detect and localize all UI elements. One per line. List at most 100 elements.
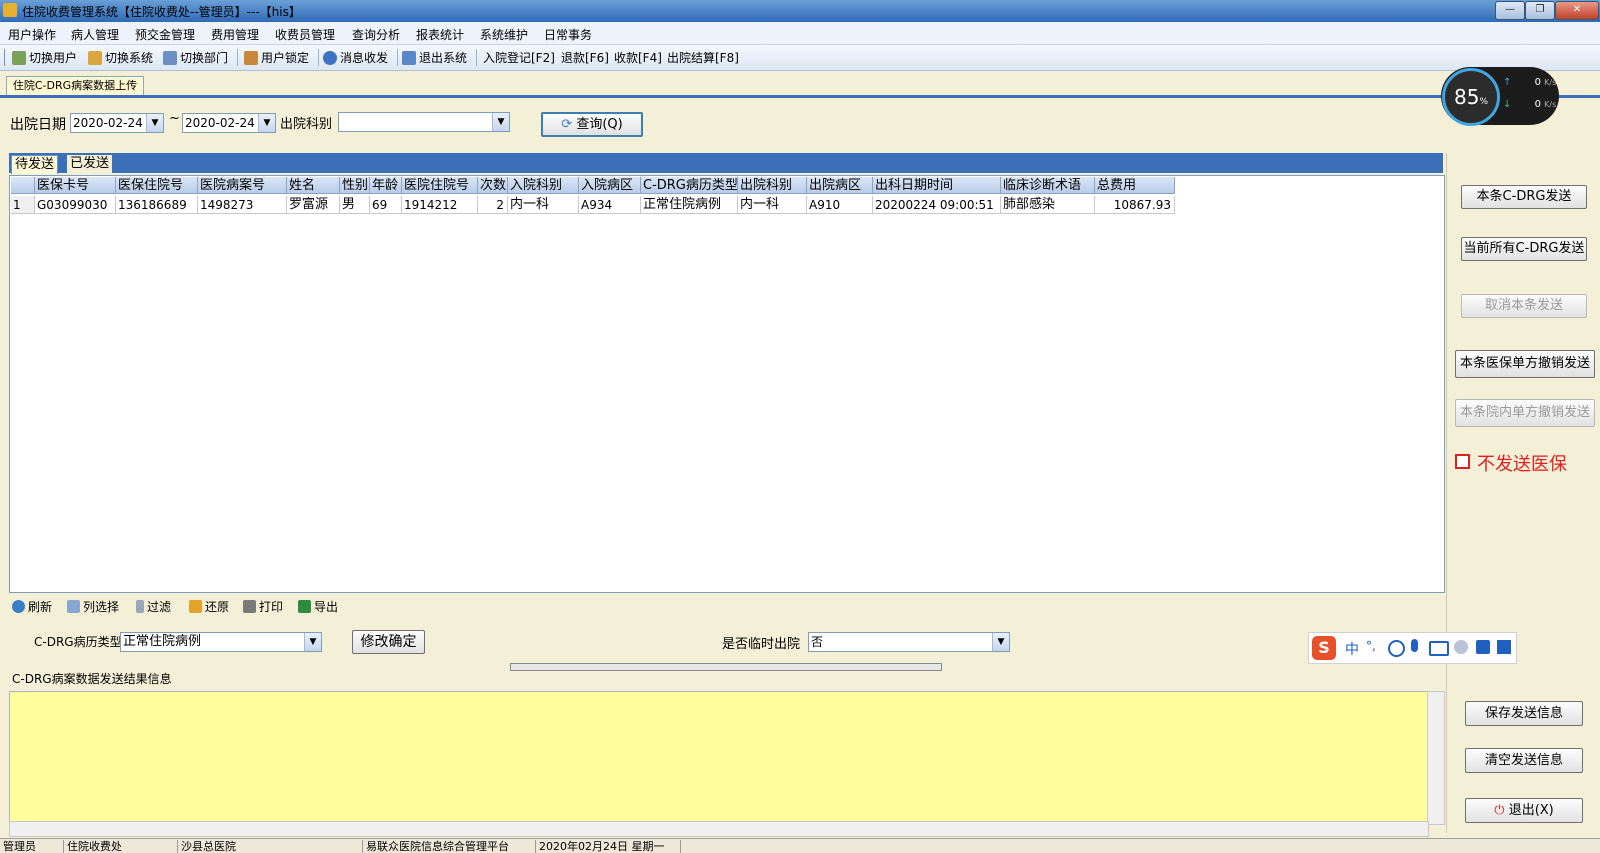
result-textarea[interactable] <box>9 691 1429 823</box>
table-cell[interactable]: 正常住院病例 <box>641 196 738 214</box>
confirm-change-button[interactable]: 修改确定 <box>352 630 425 654</box>
col-header[interactable]: 出科日期时间 <box>873 177 1001 194</box>
export-button[interactable]: 导出 <box>298 598 338 615</box>
minimize-button[interactable]: — <box>1495 1 1525 20</box>
menu-user-ops[interactable]: 用户操作 <box>8 26 56 43</box>
restore-button[interactable]: ❐ <box>1525 1 1555 20</box>
table-cell[interactable]: 内一科 <box>508 196 579 214</box>
ime-lang[interactable]: 中 <box>1345 639 1359 659</box>
menu-report[interactable]: 报表统计 <box>416 26 464 43</box>
col-header[interactable]: 次数 <box>478 177 508 194</box>
emoji-icon[interactable] <box>1388 640 1405 657</box>
column-select-button[interactable]: 列选择 <box>67 598 119 615</box>
ime-toolbar[interactable]: S 中 °, <box>1308 632 1517 664</box>
title-bar: 住院收费管理系统【住院收费处--管理员】---【his】 — ❐ ✕ <box>0 0 1600 22</box>
menu-prepay[interactable]: 预交金管理 <box>135 26 195 43</box>
panel-splitter[interactable] <box>510 663 942 671</box>
chevron-down-icon[interactable]: ▼ <box>492 113 509 131</box>
table-cell[interactable]: 136186689 <box>116 196 198 214</box>
table-cell[interactable]: 20200224 09:00:51 <box>873 196 1001 214</box>
restore-grid-button[interactable]: 还原 <box>189 598 229 615</box>
table-cell[interactable]: 1914212 <box>402 196 478 214</box>
chevron-down-icon[interactable]: ▼ <box>146 114 163 132</box>
discharge-settle-button[interactable]: 出院结算[F8] <box>667 49 739 66</box>
col-header[interactable]: 入院科别 <box>508 177 579 194</box>
col-header[interactable]: 临床诊断术语 <box>1001 177 1095 194</box>
send-one-button[interactable]: 本条C-DRG发送 <box>1461 185 1587 209</box>
admission-register-button[interactable]: 入院登记[F2] <box>483 49 555 66</box>
table-cell[interactable]: A910 <box>807 196 873 214</box>
col-header[interactable]: 年龄 <box>370 177 402 194</box>
col-header[interactable]: 医保住院号 <box>116 177 198 194</box>
revoke-insurance-button[interactable]: 本条医保单方撤销发送 <box>1455 350 1595 378</box>
filter-button[interactable]: 过滤 <box>136 598 171 615</box>
table-cell[interactable]: 男 <box>340 196 370 214</box>
query-button[interactable]: ⟳ 查询(Q) <box>541 112 643 137</box>
table-cell[interactable]: 10867.93 <box>1095 196 1175 214</box>
table-cell[interactable]: 2 <box>478 196 508 214</box>
menu-fee[interactable]: 费用管理 <box>211 26 259 43</box>
messages-button[interactable]: 消息收发 <box>323 49 388 66</box>
col-header[interactable]: 出院科别 <box>738 177 807 194</box>
table-cell[interactable]: G03099030 <box>35 196 116 214</box>
skin-icon[interactable] <box>1476 640 1490 654</box>
microphone-icon[interactable] <box>1411 639 1418 652</box>
result-vertical-scrollbar[interactable] <box>1427 691 1445 825</box>
exit-button[interactable]: ⏻ 退出(X) <box>1465 798 1583 823</box>
temp-discharge-select[interactable]: 否 ▼ <box>808 632 1010 652</box>
send-all-button[interactable]: 当前所有C-DRG发送 <box>1461 237 1587 261</box>
table-cell[interactable]: 1498273 <box>198 196 287 214</box>
menu-cashier[interactable]: 收费员管理 <box>275 26 335 43</box>
doc-tab[interactable]: 住院C-DRG病案数据上传 <box>6 76 144 96</box>
table-cell[interactable]: 罗富源 <box>287 196 340 214</box>
cdrg-type-select[interactable]: 正常住院病例 ▼ <box>120 632 322 652</box>
refresh-button[interactable]: 刷新 <box>12 598 52 615</box>
close-button[interactable]: ✕ <box>1555 1 1599 20</box>
refund-button[interactable]: 退款[F6] <box>561 49 609 66</box>
switch-dept-button[interactable]: 切换部门 <box>163 49 228 66</box>
save-info-button[interactable]: 保存发送信息 <box>1465 701 1583 726</box>
exit-system-button[interactable]: 退出系统 <box>402 49 467 66</box>
chevron-down-icon[interactable]: ▼ <box>258 114 275 132</box>
col-header[interactable]: 总费用 <box>1095 177 1175 194</box>
network-speed-widget[interactable]: 85% ↑ 0 K/s ↓ 0 K/s <box>1441 67 1559 126</box>
date-to-picker[interactable]: 2020-02-24 ▼ <box>182 113 276 133</box>
cancel-send-button[interactable]: 取消本条发送 <box>1461 294 1587 318</box>
col-header[interactable]: 出院病区 <box>807 177 873 194</box>
revoke-hospital-button[interactable]: 本条院内单方撤销发送 <box>1455 399 1595 427</box>
col-header[interactable]: 姓名 <box>287 177 340 194</box>
date-from-picker[interactable]: 2020-02-24 ▼ <box>70 113 164 133</box>
col-header[interactable]: 医院住院号 <box>402 177 478 194</box>
col-header[interactable]: C-DRG病历类型 <box>641 177 738 194</box>
user-icon[interactable] <box>1454 640 1468 654</box>
table-cell[interactable]: 内一科 <box>738 196 807 214</box>
tab-pending[interactable]: 待发送 <box>11 155 59 174</box>
menu-daily[interactable]: 日常事务 <box>544 26 592 43</box>
col-header[interactable]: 医院病案号 <box>198 177 287 194</box>
menu-maintenance[interactable]: 系统维护 <box>480 26 528 43</box>
table-cell[interactable]: 69 <box>370 196 402 214</box>
discharge-dept-select[interactable]: ▼ <box>338 112 510 132</box>
result-horizontal-scrollbar[interactable] <box>9 821 1429 837</box>
print-button[interactable]: 打印 <box>243 598 283 615</box>
lock-user-button[interactable]: 用户锁定 <box>244 49 309 66</box>
col-header[interactable]: 性别 <box>340 177 370 194</box>
col-header[interactable]: 入院病区 <box>579 177 641 194</box>
toolbox-icon[interactable] <box>1497 640 1511 654</box>
col-header[interactable]: 医保卡号 <box>35 177 116 194</box>
menu-query[interactable]: 查询分析 <box>352 26 400 43</box>
sogou-logo-icon[interactable]: S <box>1312 636 1336 660</box>
chevron-down-icon[interactable]: ▼ <box>992 633 1009 651</box>
tab-sent[interactable]: 已发送 <box>67 155 113 173</box>
menu-patient[interactable]: 病人管理 <box>71 26 119 43</box>
ime-punct[interactable]: °, <box>1366 639 1376 653</box>
table-cell[interactable]: A934 <box>579 196 641 214</box>
collect-button[interactable]: 收款[F4] <box>614 49 662 66</box>
switch-user-button[interactable]: 切换用户 <box>12 49 77 66</box>
table-cell[interactable]: 肺部感染 <box>1001 196 1095 214</box>
chevron-down-icon[interactable]: ▼ <box>304 633 321 651</box>
keyboard-icon[interactable] <box>1429 641 1449 656</box>
clear-info-button[interactable]: 清空发送信息 <box>1465 748 1583 773</box>
no-insurance-checkbox[interactable] <box>1455 454 1470 469</box>
switch-system-button[interactable]: 切换系统 <box>88 49 153 66</box>
